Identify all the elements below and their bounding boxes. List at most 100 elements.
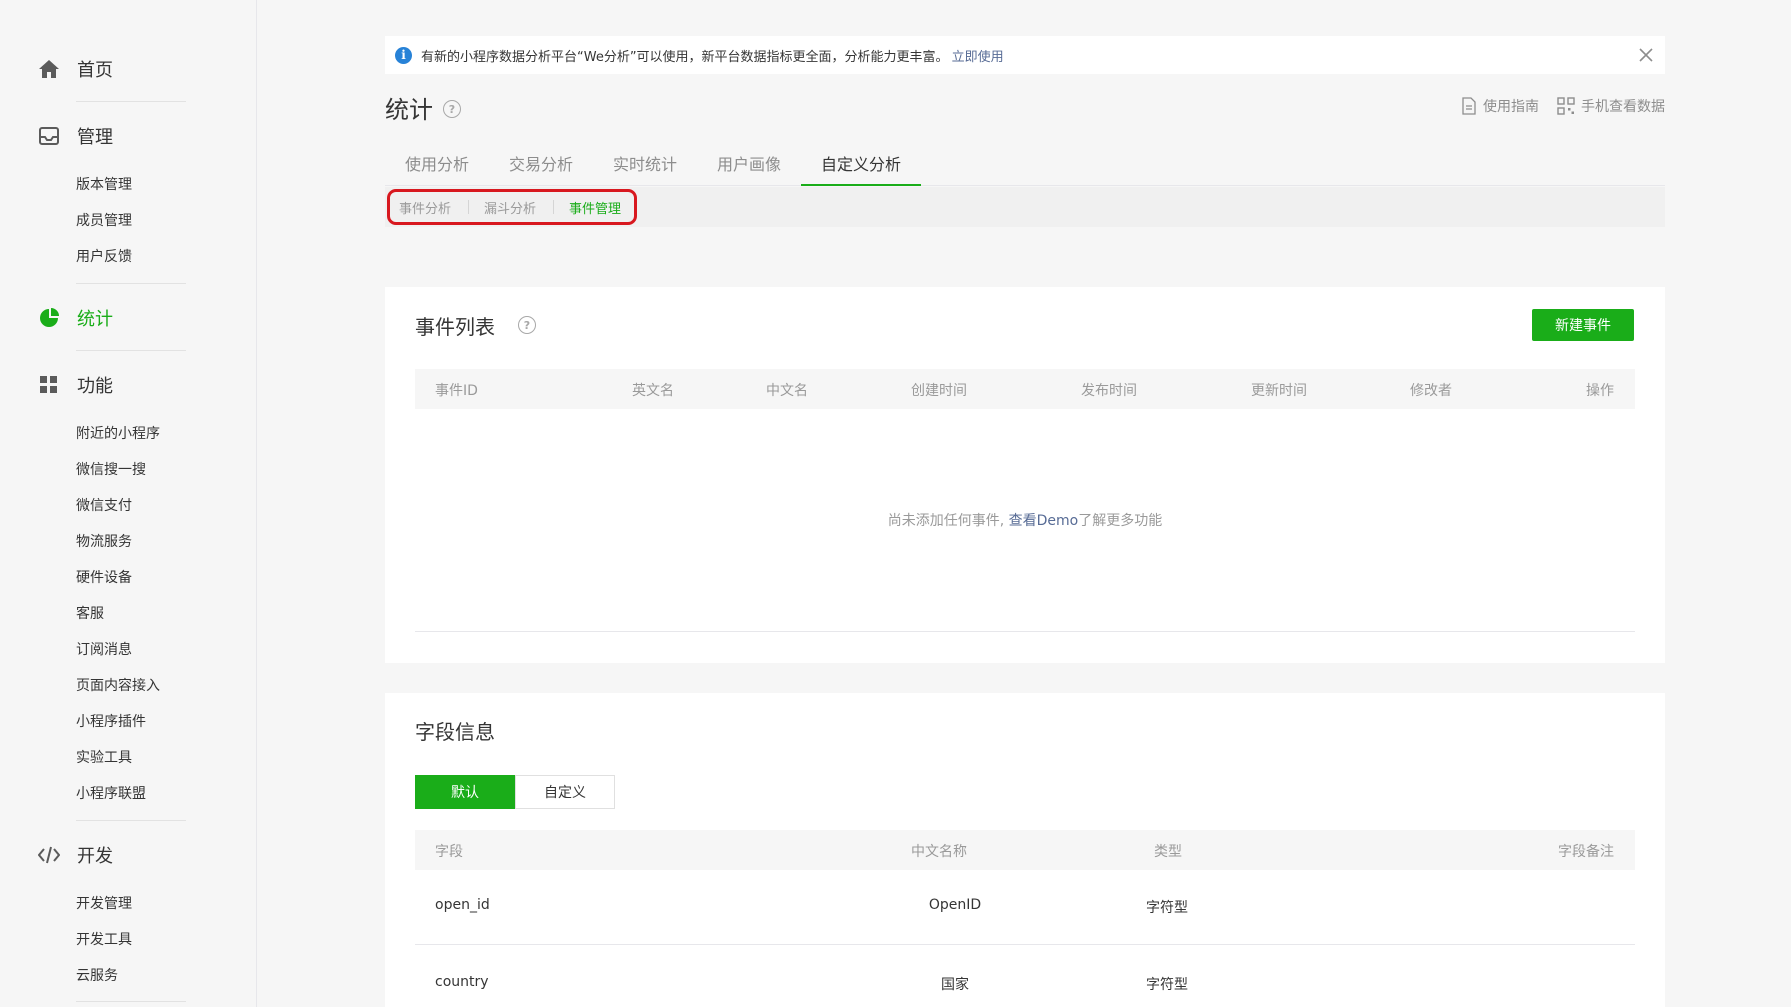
mobile-data-link[interactable]: 手机查看数据 xyxy=(1557,96,1665,116)
sidebar-item-pay[interactable]: 微信支付 xyxy=(76,495,132,517)
page-title: 统计 xyxy=(385,96,433,124)
default-segment-button[interactable]: 默认 xyxy=(415,775,515,809)
sidebar-item-feedback[interactable]: 用户反馈 xyxy=(76,246,132,268)
sidebar-item-dev-manage[interactable]: 开发管理 xyxy=(76,893,132,915)
help-icon[interactable]: ? xyxy=(518,316,536,334)
column-header: 类型 xyxy=(1154,844,1182,860)
row-divider xyxy=(415,944,1635,945)
sidebar-item-home[interactable]: 首页 xyxy=(38,52,113,86)
sidebar-item-alliance[interactable]: 小程序联盟 xyxy=(76,783,146,805)
sidebar-item-members[interactable]: 成员管理 xyxy=(76,210,132,232)
sidebar-divider xyxy=(76,350,186,351)
mobile-data-label: 手机查看数据 xyxy=(1581,99,1665,115)
empty-state-message: 尚未添加任何事件, 查看Demo了解更多功能 xyxy=(385,510,1665,530)
sidebar-item-logistics[interactable]: 物流服务 xyxy=(76,531,132,553)
column-header: 字段备注 xyxy=(1558,844,1614,860)
main-tabs: 使用分析 交易分析 实时统计 用户画像 自定义分析 xyxy=(385,146,1665,186)
tab-realtime[interactable]: 实时统计 xyxy=(593,146,697,186)
sidebar-item-content[interactable]: 页面内容接入 xyxy=(76,675,160,697)
notice-text: 有新的小程序数据分析平台“We分析”可以使用，新平台数据指标更全面，分析能力更丰… xyxy=(421,49,949,65)
field-type-cell: 字符型 xyxy=(1146,900,1188,916)
column-header: 中文名称 xyxy=(911,844,967,860)
event-list-title: 事件列表 xyxy=(415,315,495,339)
help-icon[interactable]: ? xyxy=(443,100,461,118)
sidebar-item-stats[interactable]: 统计 xyxy=(38,301,113,335)
sidebar-item-dev[interactable]: 开发 xyxy=(38,838,113,872)
field-name-cell: country xyxy=(435,974,489,990)
sidebar-divider xyxy=(76,283,186,284)
grid-icon xyxy=(38,374,60,396)
sidebar-divider xyxy=(76,820,186,821)
close-icon[interactable] xyxy=(1637,46,1655,64)
column-header: 操作 xyxy=(1586,383,1614,399)
sidebar-item-version[interactable]: 版本管理 xyxy=(76,174,132,196)
field-name-cell: open_id xyxy=(435,897,490,913)
title-row: 统计 ? 使用指南 手机查看数据 xyxy=(385,88,1665,128)
field-info-card: 字段信息 默认 自定义 字段 中文名称 类型 字段备注 open_id Open… xyxy=(385,693,1665,1007)
sidebar-item-subscribe[interactable]: 订阅消息 xyxy=(76,639,132,661)
pie-chart-icon xyxy=(38,307,60,329)
qrcode-icon xyxy=(1557,97,1575,115)
column-header: 修改者 xyxy=(1410,383,1452,399)
notice-link[interactable]: 立即使用 xyxy=(952,46,1004,65)
subtab-event-analysis[interactable]: 事件分析 xyxy=(399,198,451,217)
sidebar-item-experiment[interactable]: 实验工具 xyxy=(76,747,132,769)
sidebar-item-label: 管理 xyxy=(77,127,113,148)
home-icon xyxy=(38,58,60,80)
subtab-divider xyxy=(553,200,554,214)
tab-portrait[interactable]: 用户画像 xyxy=(697,146,801,186)
field-type-switch: 默认 自定义 xyxy=(415,775,615,809)
sidebar-item-service[interactable]: 客服 xyxy=(76,603,104,625)
column-header: 字段 xyxy=(435,844,463,860)
table-bottom-border xyxy=(415,631,1635,632)
inbox-icon xyxy=(38,125,60,147)
column-header: 更新时间 xyxy=(1251,383,1307,399)
sidebar-divider xyxy=(76,1001,186,1002)
info-icon: i xyxy=(395,46,412,64)
event-list-card: 事件列表 ? 新建事件 事件ID 英文名 中文名 创建时间 发布时间 更新时间 … xyxy=(385,287,1665,663)
event-table-header: 事件ID 英文名 中文名 创建时间 发布时间 更新时间 修改者 操作 xyxy=(415,369,1635,409)
field-cn-name-cell: 国家 xyxy=(941,977,969,993)
sidebar: 首页 管理 版本管理 成员管理 用户反馈 统计 功能 附近的小程序 微信搜一搜 … xyxy=(0,0,257,1007)
sidebar-item-label: 首页 xyxy=(77,60,113,81)
subtab-event-management[interactable]: 事件管理 xyxy=(569,198,621,217)
document-icon xyxy=(1462,97,1476,115)
sidebar-item-nearby[interactable]: 附近的小程序 xyxy=(76,423,160,445)
sidebar-item-search[interactable]: 微信搜一搜 xyxy=(76,459,146,481)
sidebar-item-hardware[interactable]: 硬件设备 xyxy=(76,567,132,589)
field-cn-name-cell: OpenID xyxy=(928,897,982,913)
sidebar-item-manage[interactable]: 管理 xyxy=(38,119,113,153)
field-table-header: 字段 中文名称 类型 字段备注 xyxy=(415,830,1635,870)
sidebar-item-plugins[interactable]: 小程序插件 xyxy=(76,711,146,733)
view-demo-link[interactable]: 查看Demo xyxy=(1009,513,1079,529)
new-event-button[interactable]: 新建事件 xyxy=(1532,309,1634,341)
sidebar-divider xyxy=(76,101,186,102)
empty-suffix: 了解更多功能 xyxy=(1078,513,1163,529)
guide-label: 使用指南 xyxy=(1483,99,1539,115)
custom-segment-button[interactable]: 自定义 xyxy=(515,775,615,809)
empty-prefix: 尚未添加任何事件, xyxy=(887,513,1005,529)
sidebar-item-dev-tools[interactable]: 开发工具 xyxy=(76,929,132,951)
sidebar-item-features[interactable]: 功能 xyxy=(38,368,113,402)
column-header: 发布时间 xyxy=(1081,383,1137,399)
code-icon xyxy=(38,844,60,866)
notice-bar: i 有新的小程序数据分析平台“We分析”可以使用，新平台数据指标更全面，分析能力… xyxy=(385,36,1665,74)
column-header: 创建时间 xyxy=(911,383,967,399)
sub-tabs: 事件分析 漏斗分析 事件管理 xyxy=(385,187,1665,227)
tab-trade[interactable]: 交易分析 xyxy=(489,146,593,186)
subtab-funnel-analysis[interactable]: 漏斗分析 xyxy=(484,198,536,217)
field-info-title: 字段信息 xyxy=(415,720,495,744)
top-links: 使用指南 手机查看数据 xyxy=(1443,96,1665,116)
field-type-cell: 字符型 xyxy=(1146,977,1188,993)
tab-custom-analysis[interactable]: 自定义分析 xyxy=(801,146,922,186)
column-header: 中文名 xyxy=(766,383,808,399)
sidebar-item-label: 功能 xyxy=(77,376,113,397)
column-header: 事件ID xyxy=(435,383,478,399)
guide-link[interactable]: 使用指南 xyxy=(1461,96,1539,116)
sidebar-item-cloud[interactable]: 云服务 xyxy=(76,965,118,987)
tab-usage[interactable]: 使用分析 xyxy=(385,146,489,186)
sidebar-item-label: 开发 xyxy=(77,846,113,867)
column-header: 英文名 xyxy=(632,383,674,399)
subtab-divider xyxy=(468,200,469,214)
sidebar-item-label: 统计 xyxy=(77,309,113,330)
